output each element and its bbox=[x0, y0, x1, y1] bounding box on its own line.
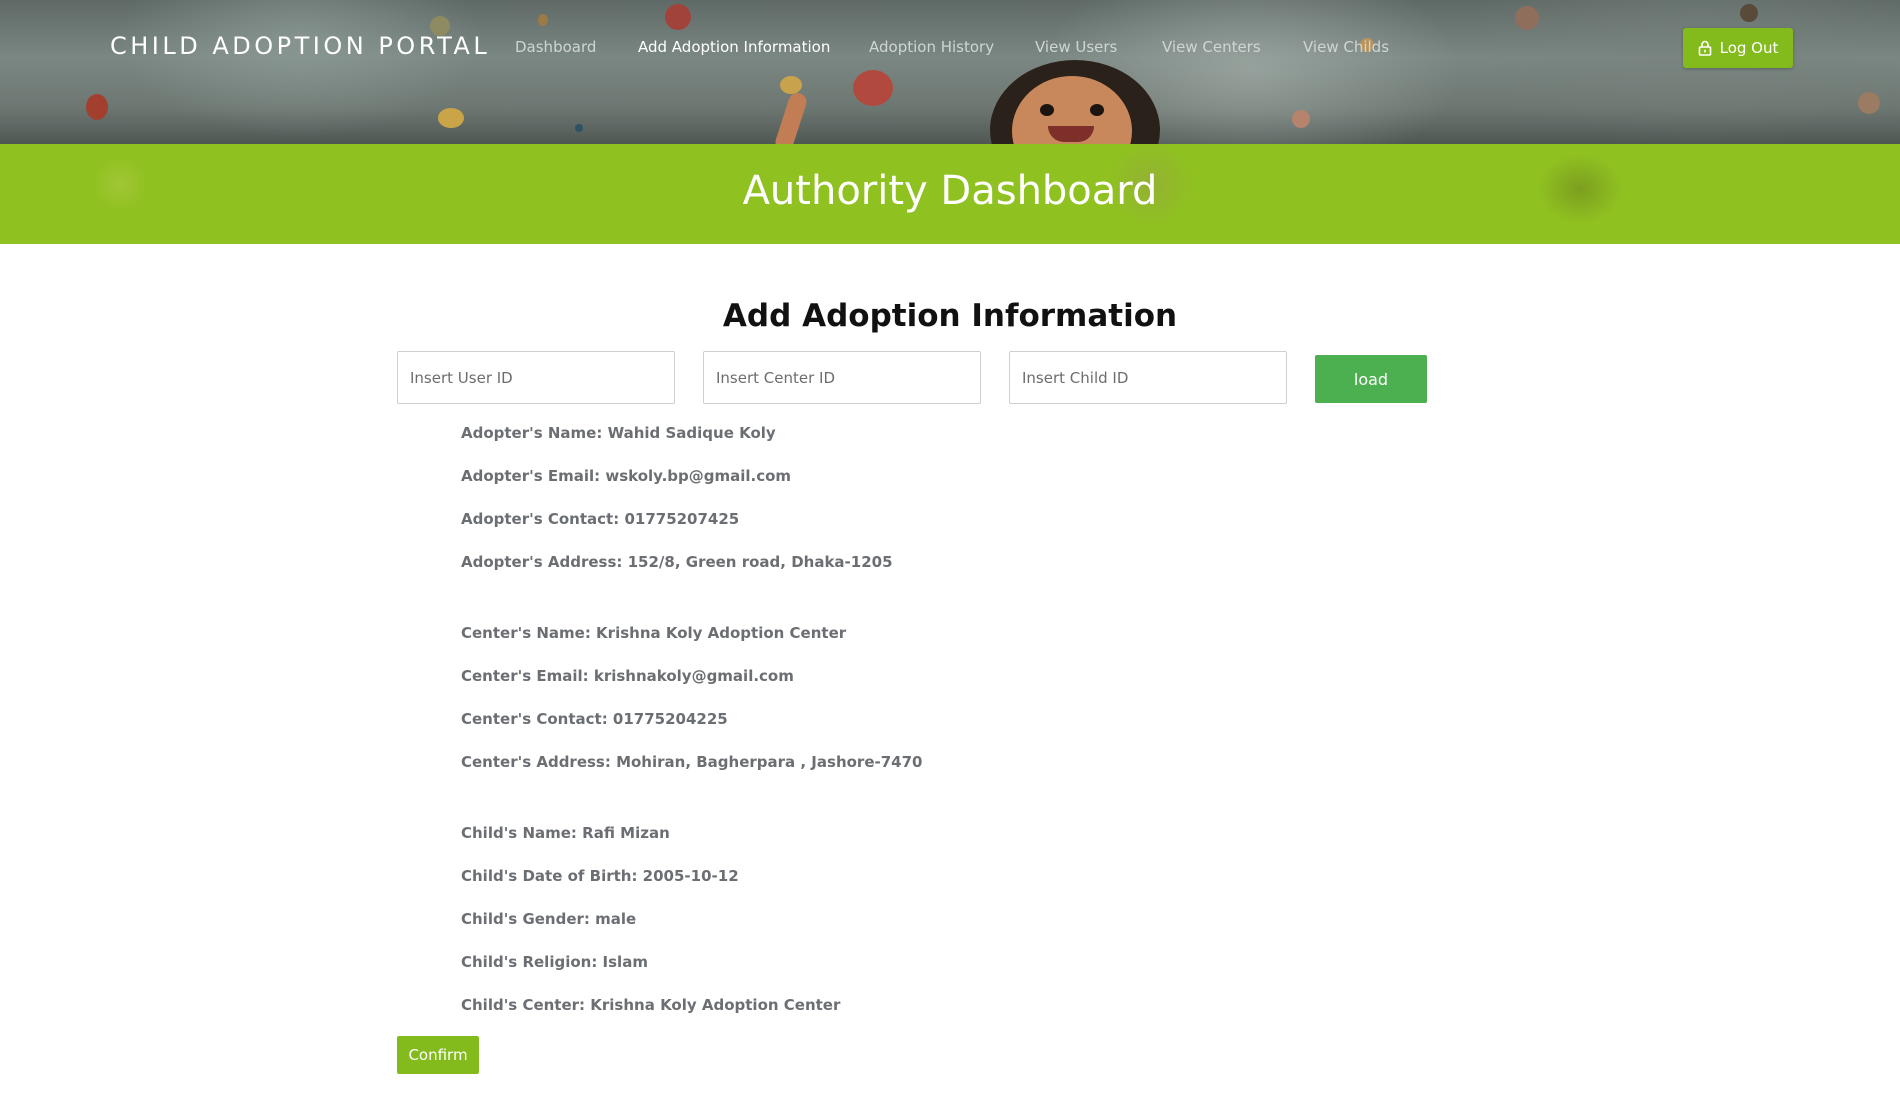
child-date-of-birth: Child's Date of Birth: 2005-10-12 bbox=[461, 867, 739, 885]
dashboard-banner: Authority Dashboard bbox=[0, 144, 1900, 244]
user-id-input[interactable] bbox=[397, 351, 675, 404]
child-religion: Child's Religion: Islam bbox=[461, 953, 648, 971]
child-center: Child's Center: Krishna Koly Adoption Ce… bbox=[461, 996, 841, 1014]
page-title: Add Adoption Information bbox=[722, 298, 1178, 334]
decor-dot bbox=[1292, 110, 1310, 128]
center-contact: Center's Contact: 01775204225 bbox=[461, 710, 728, 728]
decor-dot bbox=[1515, 6, 1539, 30]
center-email: Center's Email: krishnakoly@gmail.com bbox=[461, 667, 794, 685]
nav-add-adoption-information[interactable]: Add Adoption Information bbox=[638, 38, 830, 56]
center-id-input[interactable] bbox=[703, 351, 981, 404]
decor-dot bbox=[1740, 4, 1758, 22]
decor-dot bbox=[538, 14, 548, 26]
adopter-contact: Adopter's Contact: 01775207425 bbox=[461, 510, 740, 528]
load-button[interactable]: load bbox=[1315, 355, 1427, 403]
hero-header: CHILD ADOPTION PORTAL Dashboard Add Adop… bbox=[0, 0, 1900, 144]
child-name: Child's Name: Rafi Mizan bbox=[461, 824, 670, 842]
adopter-address: Adopter's Address: 152/8, Green road, Dh… bbox=[461, 553, 893, 571]
brand-title[interactable]: CHILD ADOPTION PORTAL bbox=[110, 32, 490, 60]
decor-dot bbox=[665, 4, 691, 30]
nav-adoption-history[interactable]: Adoption History bbox=[869, 38, 994, 56]
child-eye-left bbox=[1040, 104, 1054, 116]
adopter-name: Adopter's Name: Wahid Sadique Koly bbox=[461, 424, 776, 442]
nav-view-childs[interactable]: View Childs bbox=[1303, 38, 1389, 56]
nav-view-users[interactable]: View Users bbox=[1035, 38, 1117, 56]
lock-icon bbox=[1698, 40, 1711, 56]
banner-title: Authority Dashboard bbox=[742, 168, 1158, 214]
decor-dot bbox=[1858, 92, 1880, 114]
nav-dashboard[interactable]: Dashboard bbox=[515, 38, 596, 56]
logout-label: Log Out bbox=[1719, 39, 1779, 57]
center-address: Center's Address: Mohiran, Bagherpara , … bbox=[461, 753, 923, 771]
decor-dot bbox=[575, 124, 583, 132]
logout-button[interactable]: Log Out bbox=[1683, 28, 1793, 68]
confirm-button[interactable]: Confirm bbox=[397, 1036, 479, 1074]
child-id-input[interactable] bbox=[1009, 351, 1287, 404]
decor-dot bbox=[780, 76, 802, 94]
center-name: Center's Name: Krishna Koly Adoption Cen… bbox=[461, 624, 847, 642]
decor-dot bbox=[86, 94, 108, 120]
decor-dot bbox=[438, 108, 464, 128]
decor-dot bbox=[853, 70, 893, 106]
child-gender: Child's Gender: male bbox=[461, 910, 637, 928]
nav-view-centers[interactable]: View Centers bbox=[1162, 38, 1261, 56]
child-arm-illustration bbox=[773, 90, 809, 144]
adopter-email: Adopter's Email: wskoly.bp@gmail.com bbox=[461, 467, 792, 485]
child-eye-right bbox=[1090, 104, 1104, 116]
